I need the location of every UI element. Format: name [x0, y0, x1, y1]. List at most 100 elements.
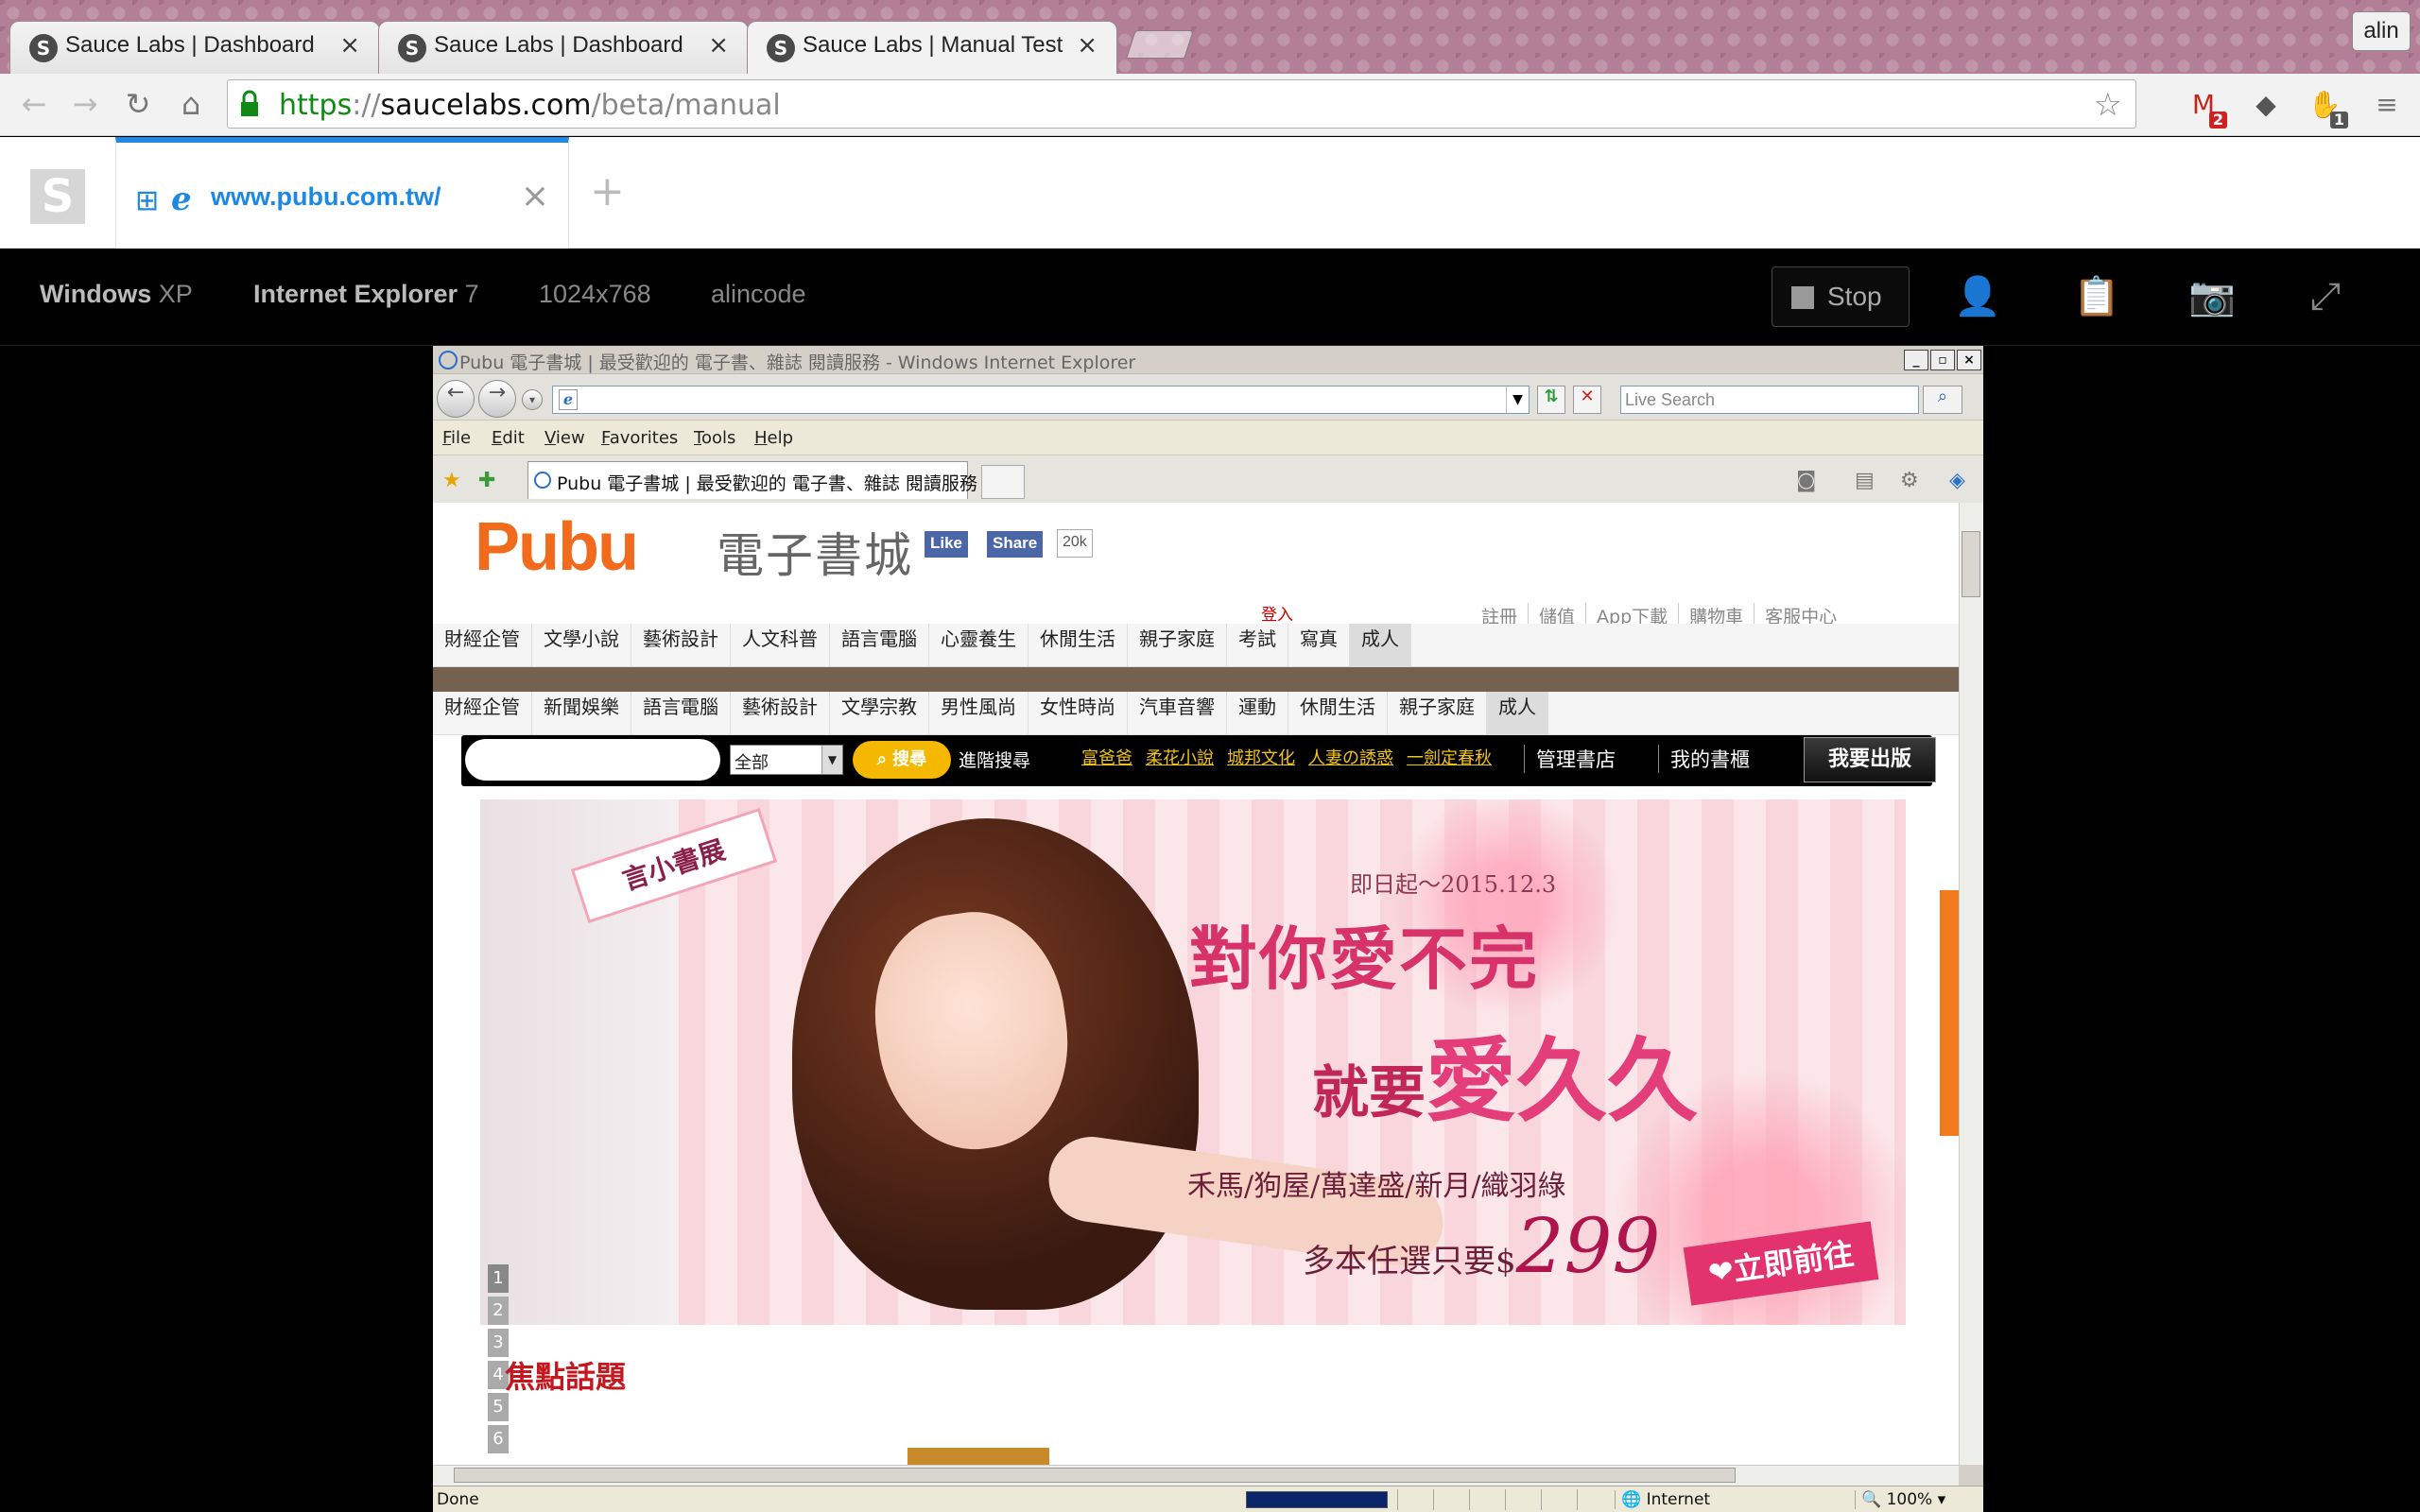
profile-button[interactable]: alin — [2352, 11, 2411, 51]
manage-shelf-link[interactable]: 管理書店 — [1524, 745, 1616, 773]
category-item-2[interactable]: 藝術設計 — [631, 624, 731, 667]
slide-number-button[interactable]: 6 — [488, 1425, 509, 1453]
category-item-5[interactable]: 心靈養生 — [929, 624, 1028, 667]
menu-icon[interactable]: ≡ — [2369, 87, 2405, 123]
category-item-10[interactable]: 成人 — [1350, 624, 1411, 667]
add-favorite-icon[interactable]: ✚ — [478, 469, 495, 492]
clipboard-icon[interactable]: 📋 — [2068, 270, 2125, 323]
search-icon[interactable]: ⌕ — [1923, 386, 1962, 414]
forward-arrow-icon[interactable]: → — [66, 85, 104, 123]
saucelabs-logo[interactable]: S — [30, 169, 85, 224]
page-menu-icon[interactable]: ▤ — [1855, 469, 1875, 492]
minimize-icon[interactable]: _ — [1904, 350, 1928, 370]
browser-tab-dashboard-1[interactable]: S Sauce Labs | Dashboard × — [9, 21, 380, 74]
menu-favorites[interactable]: Favorites — [601, 428, 678, 448]
research-icon[interactable]: ◈ — [1949, 469, 1965, 492]
pubu-logo[interactable]: Pubu — [475, 508, 639, 586]
menu-edit[interactable]: Edit — [492, 428, 525, 448]
ie-forward-icon[interactable]: → — [478, 380, 516, 418]
address-dropdown-icon[interactable]: ▼ — [1506, 387, 1529, 413]
magazine-category-item-3[interactable]: 藝術設計 — [731, 692, 830, 735]
menu-help[interactable]: Help — [754, 428, 793, 448]
favorites-star-icon[interactable]: ★ — [442, 469, 461, 492]
category-item-9[interactable]: 寫真 — [1288, 624, 1350, 667]
category-item-3[interactable]: 人文科普 — [731, 624, 830, 667]
bookmark-star-icon[interactable]: ☆ — [2094, 86, 2122, 124]
magazine-category-item-5[interactable]: 男性風尚 — [929, 692, 1028, 735]
promo-banner[interactable]: 言小書展 即日起～2015.12.3 對你愛不完 就要愛久久 禾馬/狗屋/萬達盛… — [480, 799, 1906, 1325]
stop-button[interactable]: Stop — [1772, 266, 1910, 327]
scroll-thumb[interactable] — [454, 1468, 1736, 1483]
ie-new-tab-button[interactable] — [981, 465, 1025, 499]
site-search-input[interactable] — [465, 739, 720, 781]
hot-tag-link[interactable]: 城邦文化 — [1227, 748, 1295, 768]
login-link[interactable]: 登入 — [1261, 601, 1293, 625]
magazine-category-item-4[interactable]: 文學宗教 — [830, 692, 929, 735]
scroll-thumb[interactable] — [1962, 531, 1980, 597]
hot-tag-link[interactable]: 一劍定春秋 — [1407, 748, 1492, 768]
search-scope-select[interactable]: 全部 ▼ — [730, 745, 843, 775]
site-search-button[interactable]: ⌕ 搜尋 — [853, 741, 951, 779]
address-bar[interactable]: https://saucelabs.com/beta/manual ☆ — [227, 79, 2136, 129]
add-user-icon[interactable]: 👤 — [1949, 270, 2006, 323]
category-item-0[interactable]: 財經企管 — [433, 624, 532, 667]
hot-tag-link[interactable]: 人妻の誘惑 — [1308, 748, 1393, 768]
publish-button[interactable]: 我要出版 — [1804, 737, 1936, 782]
close-tab-icon[interactable]: × — [1077, 31, 1098, 60]
refresh-icon[interactable]: ⇅ — [1537, 386, 1565, 414]
magazine-category-item-0[interactable]: 財經企管 — [433, 692, 532, 735]
back-arrow-icon[interactable]: ← — [15, 85, 53, 123]
evernote-icon[interactable]: ◆ — [2248, 87, 2284, 123]
magazine-category-item-10[interactable]: 親子家庭 — [1388, 692, 1487, 735]
close-tab-icon[interactable]: × — [339, 31, 360, 60]
menu-file[interactable]: File — [442, 428, 471, 448]
camera-icon[interactable]: 📷 — [2184, 270, 2240, 323]
browser-tab-dashboard-2[interactable]: S Sauce Labs | Dashboard × — [378, 21, 749, 74]
reload-icon[interactable]: ↻ — [119, 85, 157, 123]
facebook-share-button[interactable]: Share — [987, 531, 1044, 558]
menu-view[interactable]: View — [544, 428, 585, 448]
tools-gear-icon[interactable]: ⚙ — [1900, 469, 1919, 492]
slide-number-button[interactable]: 1 — [488, 1264, 509, 1293]
category-item-1[interactable]: 文學小說 — [532, 624, 631, 667]
horizontal-scrollbar[interactable] — [433, 1465, 1959, 1486]
fullscreen-icon[interactable]: ⤢ — [2297, 270, 2354, 323]
hot-tag-link[interactable]: 柔花小說 — [1146, 748, 1214, 768]
ie-back-icon[interactable]: ← — [437, 380, 475, 418]
category-item-8[interactable]: 考試 — [1227, 624, 1288, 667]
adblock-icon[interactable]: ✋ 1 — [2307, 87, 2348, 129]
gmail-icon[interactable]: M2 — [2186, 87, 2227, 129]
ie-address-bar[interactable]: e ▼ — [552, 386, 1530, 414]
magazine-category-item-8[interactable]: 運動 — [1227, 692, 1288, 735]
category-item-4[interactable]: 語言電腦 — [830, 624, 929, 667]
maximize-icon[interactable]: ▫ — [1930, 350, 1955, 370]
magazine-category-item-7[interactable]: 汽車音響 — [1128, 692, 1227, 735]
magazine-category-item-2[interactable]: 語言電腦 — [631, 692, 731, 735]
magazine-category-item-9[interactable]: 休閒生活 — [1288, 692, 1388, 735]
home-icon[interactable]: ⌂ — [172, 85, 210, 123]
menu-tools[interactable]: Tools — [694, 428, 735, 448]
feeds-icon[interactable]: ◙ — [1796, 469, 1816, 492]
magazine-category-item-11[interactable]: 成人 — [1487, 692, 1548, 735]
category-item-6[interactable]: 休閒生活 — [1028, 624, 1128, 667]
ie-history-dropdown-icon[interactable]: ▾ — [522, 389, 543, 410]
hot-tag-link[interactable]: 富爸爸 — [1081, 748, 1132, 768]
banner-cta-button[interactable]: ❤立即前往 — [1683, 1221, 1879, 1306]
add-session-button[interactable]: + — [590, 167, 625, 215]
new-tab-button[interactable] — [1126, 30, 1194, 59]
vm-screen[interactable]: Pubu 電子書城 | 最受歡迎的 電子書、雜誌 閱讀服務 - Windows … — [433, 346, 1983, 1512]
facebook-like-button[interactable]: Like — [925, 531, 969, 558]
category-item-7[interactable]: 親子家庭 — [1128, 624, 1227, 667]
advanced-search-link[interactable]: 進階搜尋 — [959, 747, 1030, 772]
ie-tab-active[interactable]: Pubu 電子書城 | 最受歡迎的 電子書、雜誌 閱讀服務 — [527, 461, 977, 499]
close-session-icon[interactable]: × — [521, 177, 549, 215]
live-search-input[interactable]: Live Search — [1620, 386, 1919, 414]
zoom-level[interactable]: 🔍 100% ▾ — [1855, 1490, 1945, 1509]
magazine-category-item-1[interactable]: 新聞娛樂 — [532, 692, 631, 735]
close-tab-icon[interactable]: × — [708, 31, 729, 60]
slide-number-button[interactable]: 5 — [488, 1393, 509, 1421]
my-shelf-link[interactable]: 我的書櫃 — [1658, 745, 1750, 773]
side-ad[interactable] — [1940, 890, 1959, 1136]
vertical-scrollbar[interactable] — [1959, 503, 1983, 1465]
session-tab[interactable]: ⊞ e www.pubu.com.tw/ × — [115, 137, 569, 249]
